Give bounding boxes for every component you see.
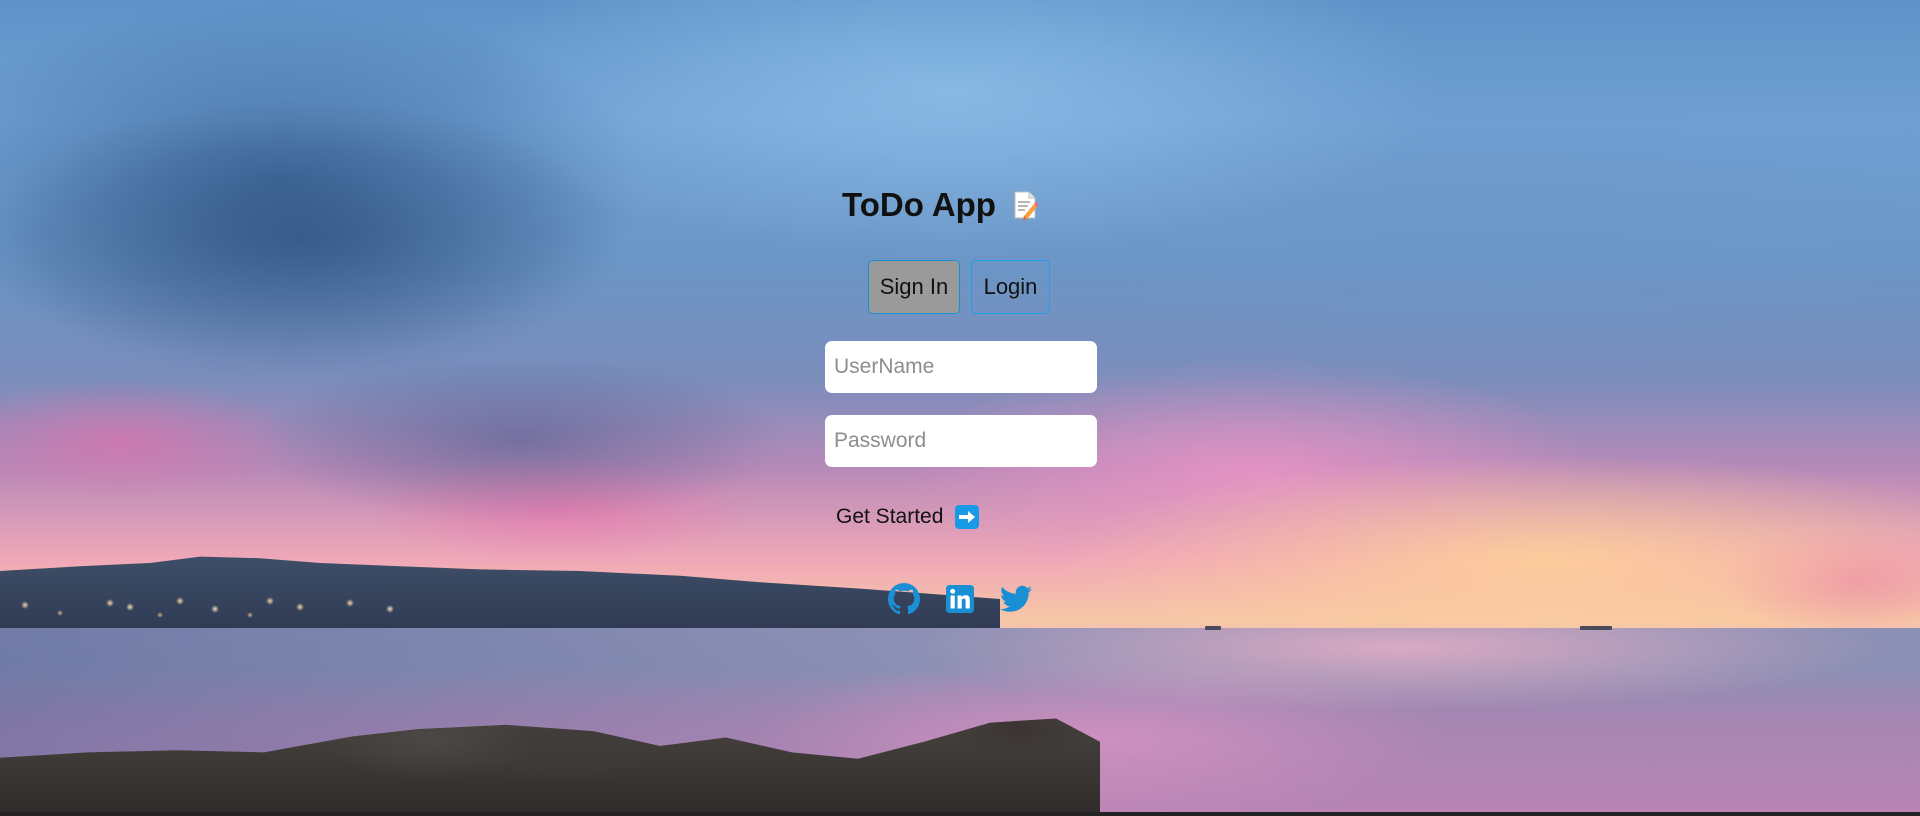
memo-icon (1012, 190, 1039, 220)
password-input[interactable] (825, 415, 1097, 467)
auth-tabs: Sign In Login (868, 260, 1050, 314)
social-links (888, 583, 1032, 615)
get-started-button[interactable]: Get Started (836, 500, 980, 534)
linkedin-icon[interactable] (944, 583, 976, 615)
tab-sign-in[interactable]: Sign In (868, 260, 960, 314)
page: ToDo App Sign In Login Get St (0, 0, 1920, 816)
get-started-label: Get Started (836, 505, 944, 528)
twitter-icon[interactable] (1000, 583, 1032, 615)
login-panel: ToDo App Sign In Login Get St (0, 0, 1920, 816)
page-title: ToDo App (842, 186, 996, 223)
github-icon[interactable] (888, 583, 920, 615)
username-input[interactable] (825, 341, 1097, 393)
header: ToDo App (820, 180, 1060, 230)
tab-login[interactable]: Login (971, 260, 1050, 314)
right-arrow-icon (955, 505, 980, 529)
